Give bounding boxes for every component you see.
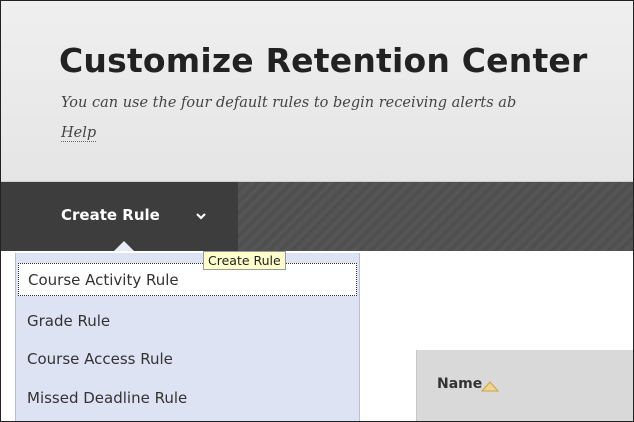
chevron-down-icon: [196, 213, 206, 220]
window-frame: Customize Retention Center You can use t…: [0, 0, 634, 422]
menu-item-label: Course Access Rule: [27, 350, 173, 368]
menu-item-label: Missed Deadline Rule: [27, 389, 188, 407]
menu-item-grade-rule[interactable]: Grade Rule: [16, 303, 359, 339]
menu-item-label: Grade Rule: [27, 312, 111, 330]
tooltip: Create Rule: [203, 251, 286, 270]
menu-pointer: [114, 241, 134, 251]
page-title: Customize Retention Center: [59, 41, 588, 80]
help-link[interactable]: Help: [61, 125, 97, 142]
sort-ascending-icon: [481, 381, 499, 392]
menu-item-course-activity-rule[interactable]: Course Activity Rule: [18, 263, 357, 296]
menu-item-label: Course Activity Rule: [28, 271, 179, 289]
create-rule-button[interactable]: Create Rule: [1, 182, 238, 251]
table-header-name[interactable]: Name: [416, 350, 633, 421]
page-subtitle: You can use the four default rules to be…: [61, 95, 517, 111]
menu-item-missed-deadline-rule[interactable]: Missed Deadline Rule: [16, 380, 359, 416]
menu-item-course-access-rule[interactable]: Course Access Rule: [16, 341, 359, 377]
create-rule-label: Create Rule: [61, 206, 160, 224]
column-header-name: Name: [437, 376, 483, 392]
page-header: Customize Retention Center You can use t…: [1, 1, 633, 182]
create-rule-menu: Course Activity Rule Grade Rule Course A…: [15, 253, 360, 421]
action-bar: Create Rule: [1, 182, 633, 251]
